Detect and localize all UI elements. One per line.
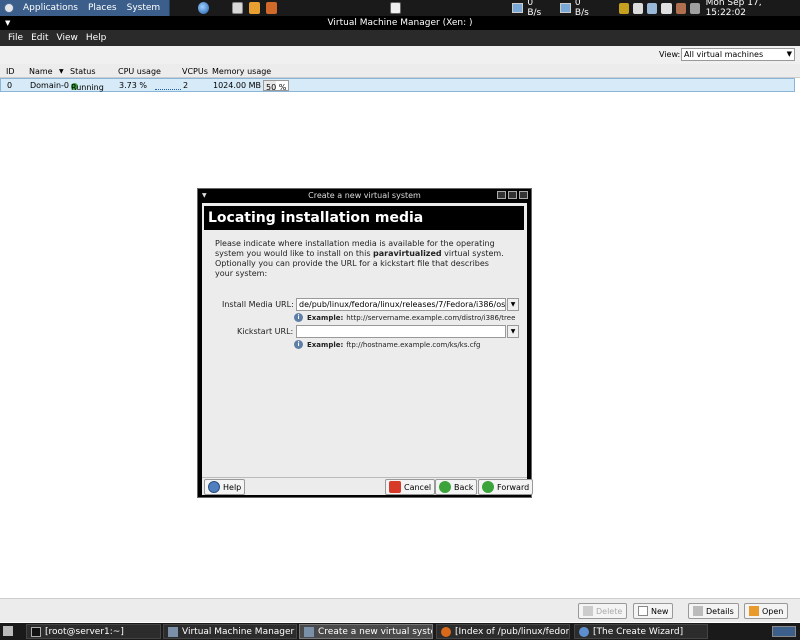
menu-help[interactable]: Help: [82, 33, 111, 43]
help-icon: [208, 481, 220, 493]
row-id: 0: [7, 81, 13, 90]
memory-usage-bar: 50 %: [263, 80, 289, 92]
vmm-action-bar: Delete New Details Open: [0, 598, 800, 622]
row-name: Domain-0: [30, 81, 70, 90]
properties-icon: [693, 606, 703, 616]
vmm-icon: [304, 626, 314, 637]
column-cpu-usage[interactable]: CPU usage: [118, 67, 161, 76]
vm-list-header: ID Name ▼ Status CPU usage VCPUs Memory …: [0, 64, 800, 78]
task-create-wizard[interactable]: [The Create Wizard]: [574, 624, 708, 639]
dialog-window-controls: [495, 191, 528, 199]
dialog-menu-icon[interactable]: ▼: [202, 189, 207, 202]
info-icon: i: [294, 313, 303, 322]
trash-icon: [583, 606, 593, 616]
dialog-body: Locating installation media Please indic…: [202, 203, 534, 495]
install-media-example: i Example: http://servername.example.com…: [294, 313, 515, 322]
details-button[interactable]: Details: [688, 603, 739, 619]
install-media-dropdown[interactable]: ▼: [507, 298, 519, 311]
bottom-taskbar: [root@server1:~] Virtual Machine Manager…: [0, 623, 800, 640]
new-button[interactable]: New: [633, 603, 674, 619]
network-monitor-icon-2: [559, 3, 571, 13]
top-panel: Applications Places System 0 B/s 0 B/s M…: [0, 0, 800, 18]
sort-down-icon: ▼: [59, 68, 64, 75]
info-icon: i: [294, 340, 303, 349]
applications-menu[interactable]: Applications Places System: [0, 0, 171, 16]
firefox-icon: [441, 626, 451, 637]
view-label: View:: [659, 50, 681, 59]
system-menu[interactable]: System: [122, 3, 166, 13]
task-browser-index[interactable]: [Index of /pub/linux/fedora/l...: [436, 624, 570, 639]
row-vcpus: 2: [183, 81, 189, 90]
column-name[interactable]: Name: [29, 67, 53, 76]
show-desktop-icon[interactable]: [3, 626, 13, 636]
open-button[interactable]: Open: [744, 603, 789, 619]
kickstart-dropdown[interactable]: ▼: [507, 325, 519, 338]
row-memory: 1024.00 MB: [213, 81, 262, 90]
terminal-icon: [31, 626, 41, 637]
kickstart-example: i Example: ftp://hostname.example.com/ks…: [294, 340, 480, 349]
printer-tray-icon[interactable]: [661, 2, 672, 14]
delete-button[interactable]: Delete: [578, 603, 628, 619]
install-media-label: Install Media URL:: [222, 300, 294, 309]
memory-usage-percent: 50 %: [266, 83, 287, 92]
kickstart-label: Kickstart URL:: [237, 327, 294, 336]
cpu-sparkline: [155, 89, 181, 91]
create-vm-dialog: ▼ Create a new virtual system Locating i…: [197, 188, 534, 498]
vmm-icon: [168, 626, 178, 637]
back-arrow-icon: [439, 481, 451, 493]
forward-button[interactable]: Forward: [478, 479, 534, 495]
close-icon[interactable]: [519, 191, 528, 199]
dialog-titlebar[interactable]: ▼ Create a new virtual system: [198, 189, 531, 202]
cancel-icon: [389, 481, 401, 493]
column-id[interactable]: ID: [6, 67, 15, 76]
browser-icon: [579, 626, 589, 637]
menu-file[interactable]: File: [4, 33, 27, 43]
dialog-separator: [202, 477, 527, 478]
task-vmm[interactable]: Virtual Machine Manager (X...: [163, 624, 297, 639]
update-icon[interactable]: [619, 2, 630, 14]
task-terminal[interactable]: [root@server1:~]: [26, 624, 161, 639]
column-status[interactable]: Status: [70, 67, 96, 76]
column-memory-usage[interactable]: Memory usage: [212, 67, 271, 76]
terminal-launcher-icon[interactable]: [390, 2, 402, 14]
chevron-down-icon: ▼: [786, 50, 792, 58]
help-button[interactable]: Help: [204, 479, 246, 495]
new-document-icon: [638, 606, 648, 616]
user-tray-icon[interactable]: [689, 2, 700, 14]
dialog-description: Please indicate where installation media…: [215, 239, 504, 278]
network-tray-icon[interactable]: [633, 2, 644, 14]
task-create-vm[interactable]: Create a new virtual system: [299, 624, 433, 639]
dialog-header: Locating installation media: [204, 206, 524, 230]
network-monitor-icon: [512, 3, 524, 13]
window-menu-icon[interactable]: ▼: [5, 16, 10, 30]
display-tray-icon[interactable]: [647, 2, 658, 14]
places-menu[interactable]: Places: [83, 3, 122, 13]
maximize-icon[interactable]: [508, 191, 517, 199]
mail-icon[interactable]: [232, 2, 244, 14]
menu-view[interactable]: View: [53, 33, 82, 43]
forward-arrow-icon: [482, 481, 494, 493]
menu-edit[interactable]: Edit: [27, 33, 52, 43]
table-row[interactable]: 0 Domain-0 Running 3.73 % 2 1024.00 MB 5…: [0, 78, 795, 92]
view-filter-select[interactable]: All virtual machines ▼: [681, 48, 795, 61]
install-media-url-input[interactable]: de/pub/linux/fedora/linux/releases/7/Fed…: [296, 298, 506, 311]
vmm-window-title: ▼ Virtual Machine Manager (Xen: ): [0, 16, 800, 30]
workspace-switcher[interactable]: [772, 626, 796, 637]
minimize-icon[interactable]: [497, 191, 506, 199]
row-cpu: 3.73 %: [119, 81, 147, 90]
open-folder-icon: [749, 606, 759, 616]
text-editor-icon[interactable]: [249, 2, 261, 14]
web-browser-icon[interactable]: [198, 2, 210, 14]
back-button[interactable]: Back: [435, 479, 478, 495]
presentation-icon[interactable]: [266, 2, 278, 14]
view-filter-row: View: All virtual machines ▼: [0, 46, 800, 64]
kickstart-url-input[interactable]: [296, 325, 506, 338]
cancel-button[interactable]: Cancel: [385, 479, 436, 495]
vmm-menubar: File Edit View Help: [0, 30, 800, 46]
package-tray-icon[interactable]: [675, 2, 686, 14]
column-vcpus[interactable]: VCPUs: [182, 67, 208, 76]
gnome-foot-icon: [4, 3, 14, 13]
